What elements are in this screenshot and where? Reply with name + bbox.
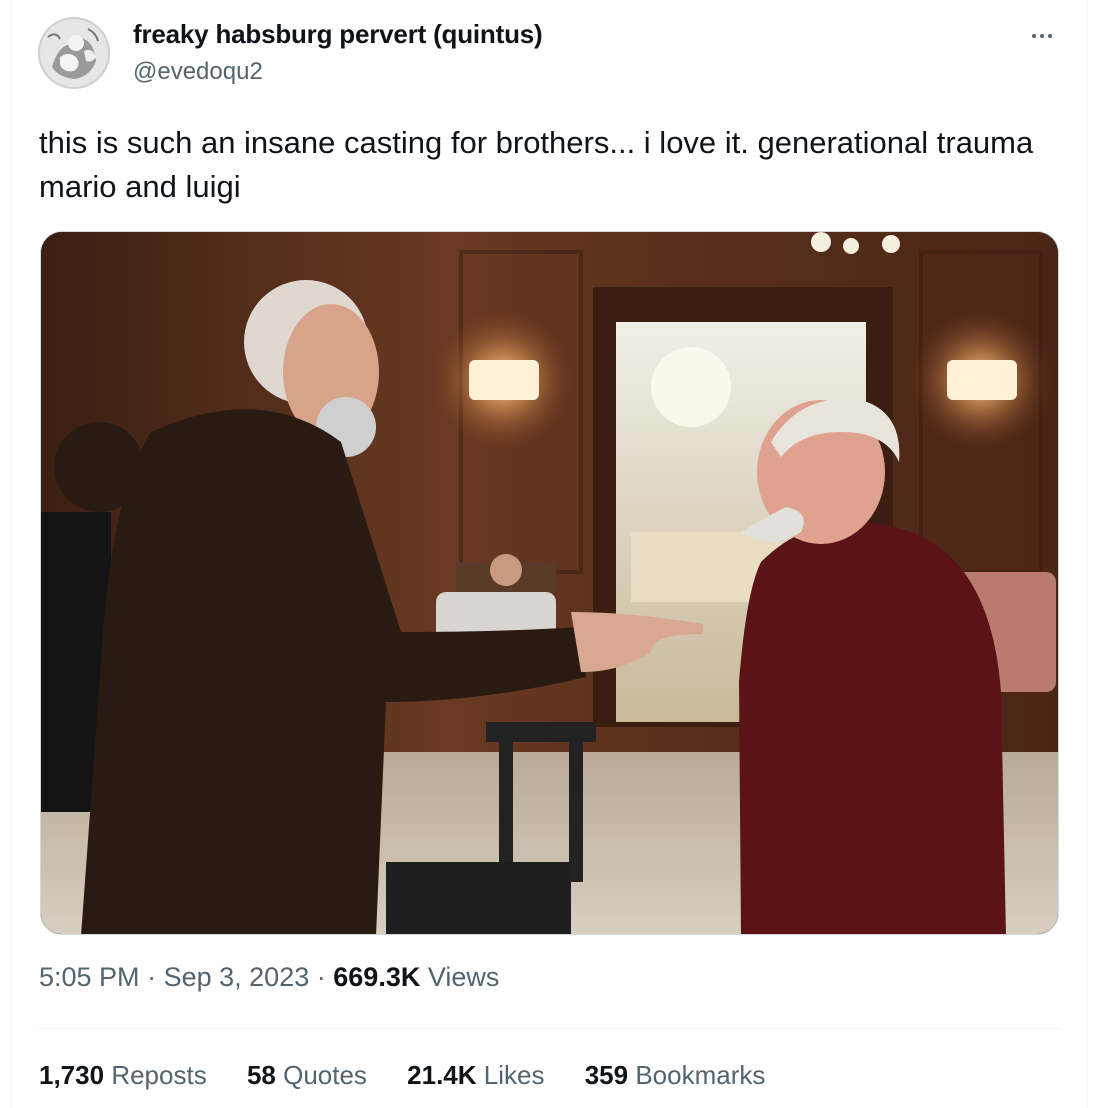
- quotes-label: Quotes: [283, 1060, 367, 1090]
- dot: [1048, 34, 1052, 38]
- likes-stat[interactable]: 21.4K Likes: [407, 1060, 544, 1091]
- tweet-date[interactable]: Sep 3, 2023: [164, 962, 310, 992]
- display-name[interactable]: freaky habsburg pervert (quintus): [133, 19, 543, 50]
- quotes-stat[interactable]: 58 Quotes: [247, 1060, 367, 1091]
- likes-label: Likes: [483, 1060, 545, 1090]
- tweet-time[interactable]: 5:05 PM: [39, 962, 140, 992]
- reposts-stat[interactable]: 1,730 Reposts: [39, 1060, 207, 1091]
- divider: [39, 1028, 1061, 1029]
- tweet-text: this is such an insane casting for broth…: [39, 125, 1034, 204]
- dot: [1040, 34, 1044, 38]
- bookmarks-count: 359: [584, 1060, 629, 1090]
- bookmarks-stat[interactable]: 359 Bookmarks: [585, 1060, 766, 1091]
- meta-separator: ·: [147, 962, 157, 992]
- likes-count: 21.4K: [407, 1060, 477, 1090]
- dot: [1032, 34, 1036, 38]
- avatar[interactable]: [38, 17, 110, 89]
- tweet-photo[interactable]: [40, 231, 1059, 935]
- bookmarks-label: Bookmarks: [635, 1060, 766, 1090]
- views-count: 669.3K: [333, 962, 421, 992]
- engagement-stats: 1,730 Reposts 58 Quotes 21.4K Likes 359 …: [39, 1060, 798, 1091]
- more-horizontal-icon[interactable]: [1024, 22, 1060, 50]
- views-label: Views: [427, 962, 500, 992]
- reposts-count: 1,730: [39, 1060, 105, 1090]
- tweet-card: freaky habsburg pervert (quintus) @evedo…: [10, 0, 1088, 1108]
- meta-separator: ·: [316, 962, 326, 992]
- reposts-label: Reposts: [111, 1060, 207, 1090]
- user-handle[interactable]: @evedoqu2: [133, 58, 263, 86]
- photo-two-men-in-wood-paneled-room: [41, 232, 1058, 934]
- tweet-meta: 5:05 PM · Sep 3, 2023 · 669.3K Views: [39, 962, 499, 993]
- cherub-engraving-avatar-image: [38, 17, 110, 89]
- quotes-count: 58: [246, 1060, 276, 1090]
